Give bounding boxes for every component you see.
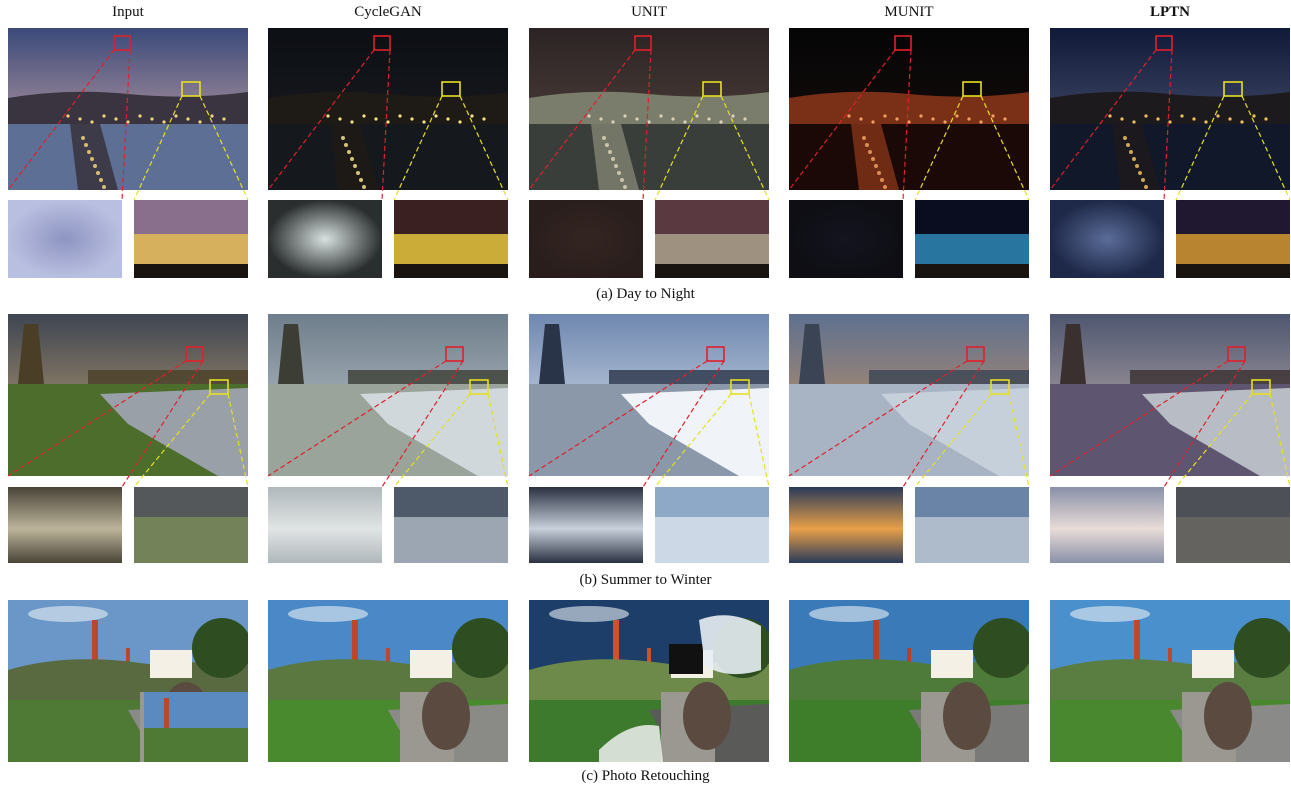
photo-retouching-munit-image: [789, 600, 1029, 762]
photo-retouching-cyclegan-image: [268, 600, 508, 762]
column-header-munit: MUNIT: [884, 4, 934, 20]
photo-retouching-unit-image: [529, 600, 769, 762]
photo-retouching-lptn-image: [1050, 600, 1290, 762]
summer-to-winter-input-image: [8, 314, 248, 476]
summer-to-winter-unit-zoom-sky: [529, 487, 643, 563]
day-to-night-lptn-zoom-sky: [1050, 200, 1164, 278]
summer-to-winter-cyclegan-image: [268, 314, 508, 476]
day-to-night-cyclegan-image: [268, 28, 508, 190]
column-header-cyclegan: CycleGAN: [354, 4, 422, 20]
summer-to-winter-munit-image: [789, 314, 1029, 476]
column-header-unit: UNIT: [631, 4, 667, 20]
summer-to-winter-input-zoom-field: [134, 487, 248, 563]
day-to-night-input-zoom-city: [134, 200, 248, 278]
photo-retouching-input-image: [8, 600, 248, 762]
summer-to-winter-input-zoom-sky: [8, 487, 122, 563]
day-to-night-munit-image: [789, 28, 1029, 190]
day-to-night-lptn-zoom-city: [1176, 200, 1290, 278]
summer-to-winter-lptn-zoom-sky: [1050, 487, 1164, 563]
day-to-night-input-zoom-sky: [8, 200, 122, 278]
column-header-input: Input: [112, 4, 144, 20]
summer-to-winter-cyclegan-zoom-sky: [268, 487, 382, 563]
day-to-night-cyclegan-zoom-city: [394, 200, 508, 278]
day-to-night-munit-zoom-sky: [789, 200, 903, 278]
summer-to-winter-lptn-image: [1050, 314, 1290, 476]
day-to-night-lptn-image: [1050, 28, 1290, 190]
summer-to-winter-unit-image: [529, 314, 769, 476]
day-to-night-unit-zoom-city: [655, 200, 769, 278]
summer-to-winter-unit-zoom-field: [655, 487, 769, 563]
column-header-lptn: LPTN: [1149, 4, 1190, 20]
day-to-night-unit-image: [529, 28, 769, 190]
caption-summer-to-winter: (b) Summer to Winter: [579, 572, 712, 588]
day-to-night-cyclegan-zoom-sky: [268, 200, 382, 278]
summer-to-winter-munit-zoom-sky: [789, 487, 903, 563]
day-to-night-unit-zoom-sky: [529, 200, 643, 278]
caption-photo-retouching: (c) Photo Retouching: [581, 768, 710, 784]
summer-to-winter-munit-zoom-field: [915, 487, 1029, 563]
caption-day-to-night: (a) Day to Night: [596, 286, 695, 302]
day-to-night-munit-zoom-city: [915, 200, 1029, 278]
day-to-night-input-image: [8, 28, 248, 190]
summer-to-winter-lptn-zoom-field: [1176, 487, 1290, 563]
summer-to-winter-cyclegan-zoom-field: [394, 487, 508, 563]
